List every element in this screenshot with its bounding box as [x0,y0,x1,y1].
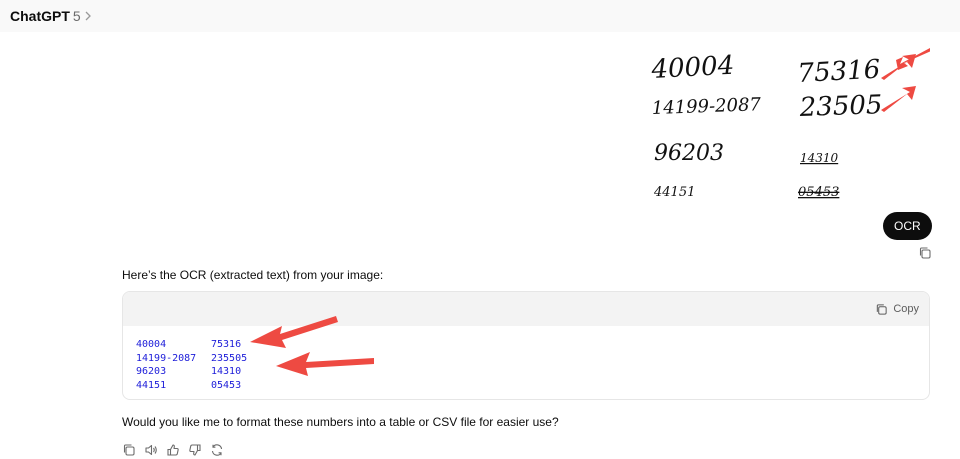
code-cell: 40004 [136,339,167,350]
code-cell: 14199-2087 [136,352,197,364]
code-cell: 75316 [211,339,242,350]
assistant-intro-text: Here’s the OCR (extracted text) from you… [122,268,384,282]
model-name: ChatGPT [10,8,70,24]
regenerate-icon[interactable] [210,443,224,457]
copy-icon [875,303,888,316]
handwritten-40004: 40004 [650,51,735,85]
code-cell: 96203 [136,366,167,377]
handwritten-14199-2087: 14199-2087 [651,94,761,119]
copy-icon[interactable] [122,443,136,457]
code-cell: 44151 [136,379,167,391]
code-cell: 14310 [211,366,242,377]
code-copy-label: Copy [893,303,919,315]
handwritten-23505: 23505 [798,90,883,123]
handwritten-05453: 05453 [798,185,839,200]
handwritten-75316: 75316 [797,55,881,89]
annotation-arrow-bottom [881,86,916,112]
user-message-bubble: OCR [883,212,932,240]
handwritten-44151: 44151 [653,185,695,200]
assistant-actions [122,443,224,457]
thumbs-up-icon[interactable] [166,443,180,457]
assistant-followup-text: Would you like me to format these number… [122,415,559,429]
handwritten-96203: 96203 [654,141,724,166]
thumbs-down-icon[interactable] [188,443,202,457]
handwritten-14310: 14310 [800,151,839,165]
annotation-arrow-top [881,48,930,80]
code-copy-button[interactable]: Copy [875,301,919,317]
top-bar: ChatGPT 5 [0,0,960,32]
copy-icon[interactable] [918,246,932,260]
annotation-arrows-code [250,316,374,376]
speaker-icon[interactable] [144,443,158,457]
code-line: 44151 05453 [136,379,929,393]
user-uploaded-image[interactable]: 40004 75316 14199-2087 23505 96203 14310… [638,42,930,210]
code-cell: 05453 [211,379,242,391]
chevron-right-icon [84,11,92,21]
model-selector[interactable]: ChatGPT 5 [10,6,92,26]
model-version: 5 [72,8,81,24]
